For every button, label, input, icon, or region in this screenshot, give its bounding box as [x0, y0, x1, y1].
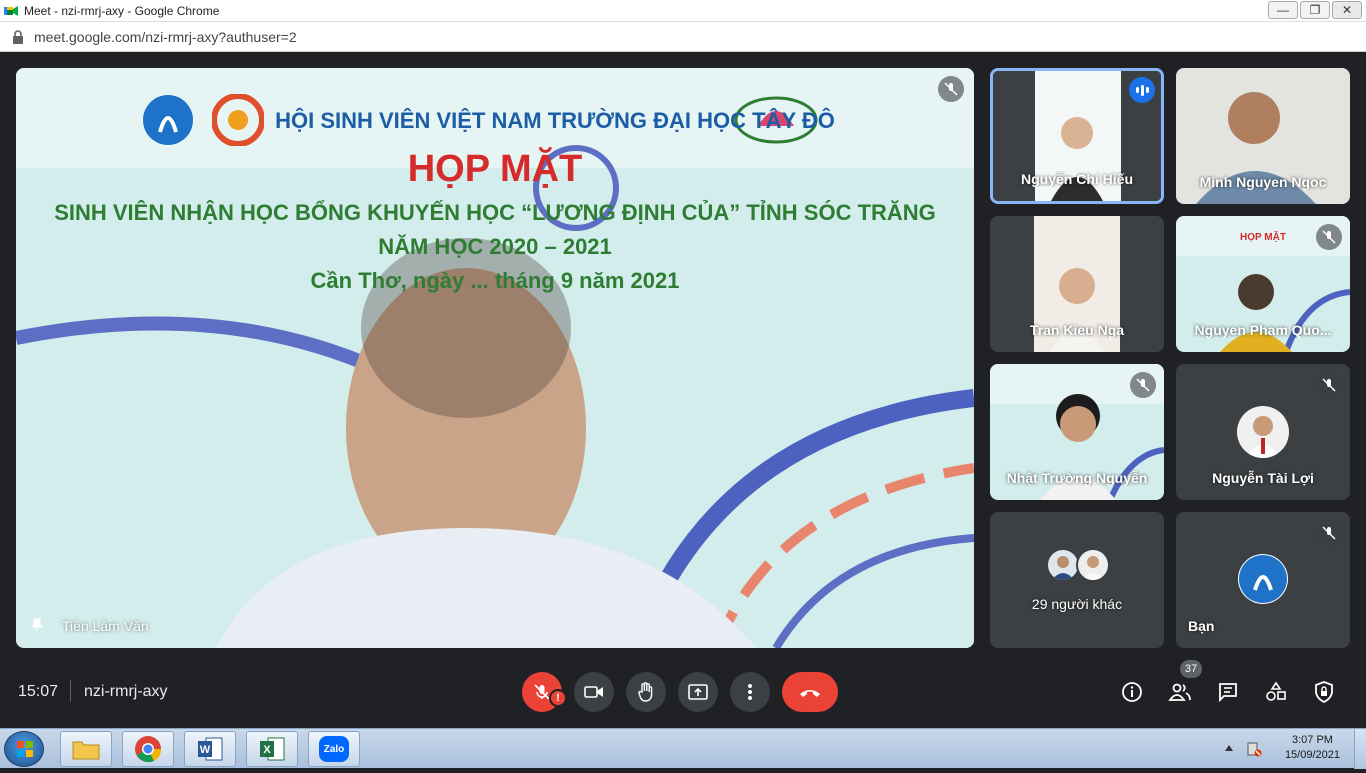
- taskbar-clock[interactable]: 3:07 PM 15/09/2021: [1285, 733, 1340, 763]
- info-icon: [1122, 682, 1142, 702]
- participant-name: Nguyễn Tài Lợi: [1212, 470, 1314, 486]
- folder-icon: [72, 741, 100, 760]
- self-tile[interactable]: Bạn: [1176, 512, 1350, 648]
- taskbar-chrome[interactable]: [122, 731, 174, 767]
- participant-tile[interactable]: Tran Kieu Nga: [990, 216, 1164, 352]
- avatar: [1237, 406, 1289, 458]
- avatar: [1238, 554, 1288, 604]
- window-titlebar: Meet - nzi-rmrj-axy - Google Chrome — ❐ …: [0, 0, 1366, 22]
- more-options-button[interactable]: [730, 672, 770, 712]
- meeting-controls-bar: 15:07 nzi-rmrj-axy ! 37: [0, 656, 1366, 728]
- url-text[interactable]: meet.google.com/nzi-rmrj-axy?authuser=2: [34, 29, 297, 45]
- participant-tile[interactable]: Nguyễn Tài Lợi: [1176, 364, 1350, 500]
- banner-line-1: SINH VIÊN NHẬN HỌC BỔNG KHUYẾN HỌC “LƯƠN…: [54, 200, 936, 225]
- meeting-stage: HỘI SINH VIÊN VIỆT NAM TRƯỜNG ĐẠI HỌC TÂ…: [0, 52, 1366, 728]
- participant-name: Tran Kieu Nga: [1029, 322, 1125, 338]
- network-warning-icon[interactable]: [1246, 741, 1262, 757]
- svg-text:X: X: [263, 744, 271, 756]
- main-participant-name: Tiền Lâm Văn: [62, 618, 149, 634]
- others-count: 29 người khác: [1031, 596, 1123, 612]
- participant-tile[interactable]: Nguyễn Chí Hiếu: [990, 68, 1164, 204]
- participant-name: Bạn: [1188, 618, 1215, 634]
- people-icon: [1168, 683, 1191, 701]
- excel-icon: X: [260, 737, 285, 761]
- participant-name: Nguyen Pham Quo...: [1194, 322, 1332, 338]
- banner-org: HỘI SINH VIÊN VIỆT NAM TRƯỜNG ĐẠI HỌC TÂ…: [275, 108, 835, 133]
- raise-hand-button[interactable]: [626, 672, 666, 712]
- pin-icon: [30, 618, 44, 631]
- taskbar-excel[interactable]: X: [246, 731, 298, 767]
- banner-heading: HỌP MẶT: [407, 148, 583, 190]
- taskbar-word[interactable]: W: [184, 731, 236, 767]
- chat-button[interactable]: [1214, 678, 1242, 706]
- svg-text:W: W: [200, 744, 211, 756]
- mic-off-icon: [1130, 372, 1156, 398]
- tray-expand-icon[interactable]: [1224, 743, 1234, 753]
- speaking-indicator-icon: [1129, 77, 1155, 103]
- avatar: [1076, 548, 1110, 582]
- shield-lock-icon: [1315, 681, 1333, 703]
- others-tile[interactable]: 29 người khác: [990, 512, 1164, 648]
- mic-warning-badge: !: [549, 689, 567, 707]
- google-meet-icon: [4, 5, 18, 16]
- mic-off-icon: [938, 76, 964, 102]
- mic-off-icon: [1316, 520, 1342, 546]
- maximize-button[interactable]: ❐: [1300, 1, 1330, 19]
- participant-tile[interactable]: Nhật Trường Nguyễn: [990, 364, 1164, 500]
- participants-button[interactable]: [1166, 678, 1194, 706]
- address-bar[interactable]: meet.google.com/nzi-rmrj-axy?authuser=2: [0, 22, 1366, 52]
- avatar: [1046, 548, 1080, 582]
- mic-off-icon: [1316, 224, 1342, 250]
- participant-name: Nhật Trường Nguyễn: [1006, 470, 1148, 486]
- more-vert-icon: [748, 684, 752, 700]
- lock-icon[interactable]: [12, 29, 24, 44]
- banner-line-2: NĂM HỌC 2020 – 2021: [378, 234, 612, 259]
- present-screen-button[interactable]: [678, 672, 718, 712]
- chrome-icon: [135, 736, 162, 763]
- activities-icon: [1266, 681, 1286, 701]
- minimize-button[interactable]: —: [1268, 1, 1298, 19]
- chat-icon: [1219, 683, 1237, 703]
- participant-tile[interactable]: Minh Nguyen Ngoc: [1176, 68, 1350, 204]
- window-title: Meet - nzi-rmrj-axy - Google Chrome: [24, 3, 220, 18]
- show-desktop-button[interactable]: [1354, 729, 1366, 769]
- windows-logo-icon: [17, 741, 33, 757]
- host-controls-button[interactable]: [1310, 678, 1338, 706]
- clock-date: 15/09/2021: [1284, 749, 1340, 761]
- banner-line-3: Cần Thơ, ngày ... tháng 9 năm 2021: [310, 268, 680, 293]
- start-button[interactable]: [4, 731, 44, 767]
- end-call-icon: [800, 690, 820, 697]
- hand-icon: [638, 682, 653, 702]
- participant-name: Nguyễn Chí Hiếu: [1020, 171, 1133, 187]
- taskbar-zalo[interactable]: Zalo: [308, 731, 360, 767]
- meeting-code[interactable]: nzi-rmrj-axy: [84, 683, 168, 701]
- main-video-tile[interactable]: HỘI SINH VIÊN VIỆT NAM TRƯỜNG ĐẠI HỌC TÂ…: [16, 68, 974, 648]
- svg-text:HỌP MẶT: HỌP MẶT: [1240, 230, 1286, 243]
- word-icon: W: [198, 737, 223, 761]
- participant-name: Minh Nguyen Ngoc: [1199, 174, 1327, 190]
- close-button[interactable]: ✕: [1332, 1, 1362, 19]
- camera-icon: [584, 686, 603, 698]
- activities-button[interactable]: [1262, 678, 1290, 706]
- meeting-details-button[interactable]: [1118, 678, 1146, 706]
- divider: [70, 680, 71, 702]
- meeting-time: 15:07: [18, 683, 59, 700]
- mic-off-icon: [1316, 372, 1342, 398]
- zalo-icon: Zalo: [319, 736, 349, 762]
- clock-time: 3:07 PM: [1291, 734, 1333, 746]
- windows-taskbar: W X Zalo 3:07 PM 15/09/2021: [0, 728, 1366, 769]
- participants-count-badge: 37: [1180, 660, 1202, 678]
- camera-toggle-button[interactable]: [574, 672, 614, 712]
- leave-call-button[interactable]: [782, 672, 838, 712]
- participant-tile[interactable]: HỌP MẶT Nguyen Pham Quo...: [1176, 216, 1350, 352]
- present-icon: [688, 684, 708, 700]
- taskbar-explorer[interactable]: [60, 731, 112, 767]
